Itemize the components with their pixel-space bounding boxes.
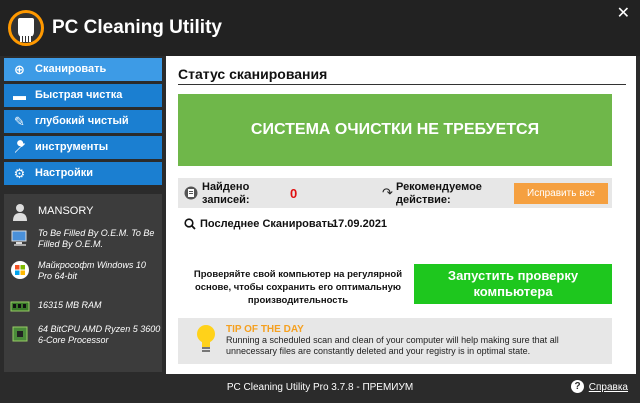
sidebar-item-label: Сканировать [35, 63, 107, 75]
close-icon[interactable]: ✕ [617, 6, 630, 22]
system-ram: 16315 MB RAM [4, 296, 162, 316]
records-icon [184, 185, 198, 201]
wrench-icon [12, 140, 27, 155]
system-user: MANSORY [4, 202, 162, 224]
last-scan-label: Последнее Сканировать: [200, 218, 338, 230]
windows-logo-icon [10, 260, 30, 280]
app-window: PC Cleaning Utility ✕ ⊕ Сканировать ▬ Бы… [0, 0, 640, 403]
status-banner: СИСТЕМА ОЧИСТКИ НЕ ТРЕБУЕТСЯ [178, 94, 612, 166]
scan-icon: ⊕ [14, 62, 25, 77]
broom-icon: ✎ [14, 114, 25, 129]
scan-stats-bar: Найдено записей: 0 ↷ Рекомендуемое дейст… [178, 178, 612, 208]
tip-title: TIP OF THE DAY [226, 324, 304, 335]
promo-text: Проверяйте свой компьютер на регулярной … [193, 269, 403, 306]
sidebar-item-label: инструменты [35, 141, 109, 153]
found-records-label: Найдено записей: [202, 181, 250, 206]
found-records-count: 0 [290, 186, 298, 201]
sidebar-item-scan[interactable]: ⊕ Сканировать [4, 58, 162, 81]
curved-arrow-icon: ↷ [382, 185, 393, 200]
system-cpu: 64 BitCPU AMD Ryzen 5 3600 6-Core Proces… [4, 324, 162, 364]
fix-all-button[interactable]: Исправить все [514, 183, 608, 204]
quick-clean-icon: ▬ [13, 88, 26, 103]
footer: PC Cleaning Utility Pro 3.7.8 - ПРЕМИУМ … [0, 374, 640, 403]
sidebar-item-quick-clean[interactable]: ▬ Быстрая чистка [4, 84, 162, 107]
sidebar-item-deep-clean[interactable]: ✎ глубокий чистый [4, 110, 162, 133]
sidebar: ⊕ Сканировать ▬ Быстрая чистка ✎ глубоки… [0, 56, 166, 374]
sidebar-item-label: Настройки [35, 167, 94, 179]
main-panel: Статус сканирования СИСТЕМА ОЧИСТКИ НЕ Т… [166, 56, 636, 374]
computer-icon [10, 228, 30, 248]
app-title: PC Cleaning Utility [52, 17, 222, 38]
version-text: PC Cleaning Utility Pro 3.7.8 - ПРЕМИУМ [226, 382, 414, 393]
title-divider [178, 84, 626, 85]
help-link[interactable]: Справка [589, 382, 628, 393]
help-icon[interactable]: ? [571, 380, 584, 393]
title-bar: PC Cleaning Utility ✕ [0, 0, 640, 56]
ram-icon [10, 296, 30, 316]
system-os: Майкрософт Windows 10 Pro 64-bit [4, 260, 162, 284]
lightbulb-icon [196, 324, 216, 354]
user-icon [10, 202, 30, 222]
sidebar-item-settings[interactable]: ⚙ Настройки [4, 162, 162, 185]
sidebar-item-label: глубокий чистый [35, 115, 129, 127]
sidebar-item-label: Быстрая чистка [35, 89, 123, 101]
broom-logo-icon [8, 10, 44, 46]
system-info-panel: MANSORY To Be Filled By O.E.M. To Be Fil… [4, 194, 162, 372]
recommended-action-label: Рекомендуемое действие: [396, 181, 482, 206]
system-model: To Be Filled By O.E.M. To Be Filled By O… [4, 228, 162, 252]
cpu-icon [10, 324, 30, 344]
gear-icon: ⚙ [13, 166, 26, 181]
tip-text: Running a scheduled scan and clean of yo… [226, 335, 559, 356]
page-title: Статус сканирования [178, 66, 328, 82]
start-scan-button[interactable]: Запустить проверку компьютера [414, 264, 612, 304]
last-scan-date: 17.09.2021 [332, 218, 388, 230]
sidebar-item-tools[interactable]: инструменты [4, 136, 162, 159]
tip-of-the-day: TIP OF THE DAY Running a scheduled scan … [178, 318, 612, 364]
search-icon [184, 218, 196, 230]
